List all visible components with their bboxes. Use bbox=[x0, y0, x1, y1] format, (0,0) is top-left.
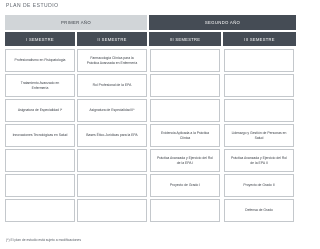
course-cell: Práctica Avanzada y Ejercicio del Rol de… bbox=[150, 149, 220, 172]
course-cell bbox=[5, 174, 75, 197]
course-cell bbox=[150, 99, 220, 122]
course-cell: Tratamiento Avanzado en Enfermería bbox=[5, 74, 75, 97]
semester-header-1: I SEMESTRE bbox=[5, 32, 75, 46]
course-cell bbox=[5, 199, 75, 222]
course-cell bbox=[224, 99, 294, 122]
course-cell bbox=[150, 199, 220, 222]
course-cell: Defensa de Grado bbox=[224, 199, 294, 222]
course-cell: Innovaciones Tecnológicas en Salud bbox=[5, 124, 75, 147]
course-cell: Asignatura de Especialidad II* bbox=[77, 99, 147, 122]
course-cell: Rol Profesional de la EPA bbox=[77, 74, 147, 97]
course-cell: Farmacología Clínica para la Práctica Av… bbox=[77, 49, 147, 72]
course-cell: Liderazgo y Gestión de Personas en Salud bbox=[224, 124, 294, 147]
course-cell: Proyecto de Grado II bbox=[224, 174, 294, 197]
year-header-first: PRIMER AÑO bbox=[5, 15, 147, 30]
page-title: PLAN DE ESTUDIO bbox=[6, 3, 59, 9]
course-cell bbox=[5, 149, 75, 172]
course-cell bbox=[224, 49, 294, 72]
course-cell: Profesionalismo en Fisiopatología bbox=[5, 49, 75, 72]
course-cell bbox=[77, 199, 147, 222]
footnote: (*) El plan de estudio está sujeto a mod… bbox=[6, 238, 82, 242]
semester-header-3: III SEMESTRE bbox=[149, 32, 221, 46]
year-header-second: SEGUNDO AÑO bbox=[149, 15, 296, 30]
course-cell: Evidencia Aplicada a la Práctica Clínica bbox=[150, 124, 220, 147]
course-cell bbox=[77, 149, 147, 172]
course-cell: Práctica Avanzada y Ejercicio del Rol de… bbox=[224, 149, 294, 172]
semester-header-2: II SEMESTRE bbox=[77, 32, 147, 46]
course-cell bbox=[224, 74, 294, 97]
course-cell: Asignatura de Especialidad I* bbox=[5, 99, 75, 122]
course-cell bbox=[150, 74, 220, 97]
course-cell: Bases Ético-Jurídicas para la EPA bbox=[77, 124, 147, 147]
course-cell bbox=[150, 49, 220, 72]
course-cell: Proyecto de Grado I bbox=[150, 174, 220, 197]
semester-header-4: III SEMESTRE bbox=[223, 32, 296, 46]
course-cell bbox=[77, 174, 147, 197]
